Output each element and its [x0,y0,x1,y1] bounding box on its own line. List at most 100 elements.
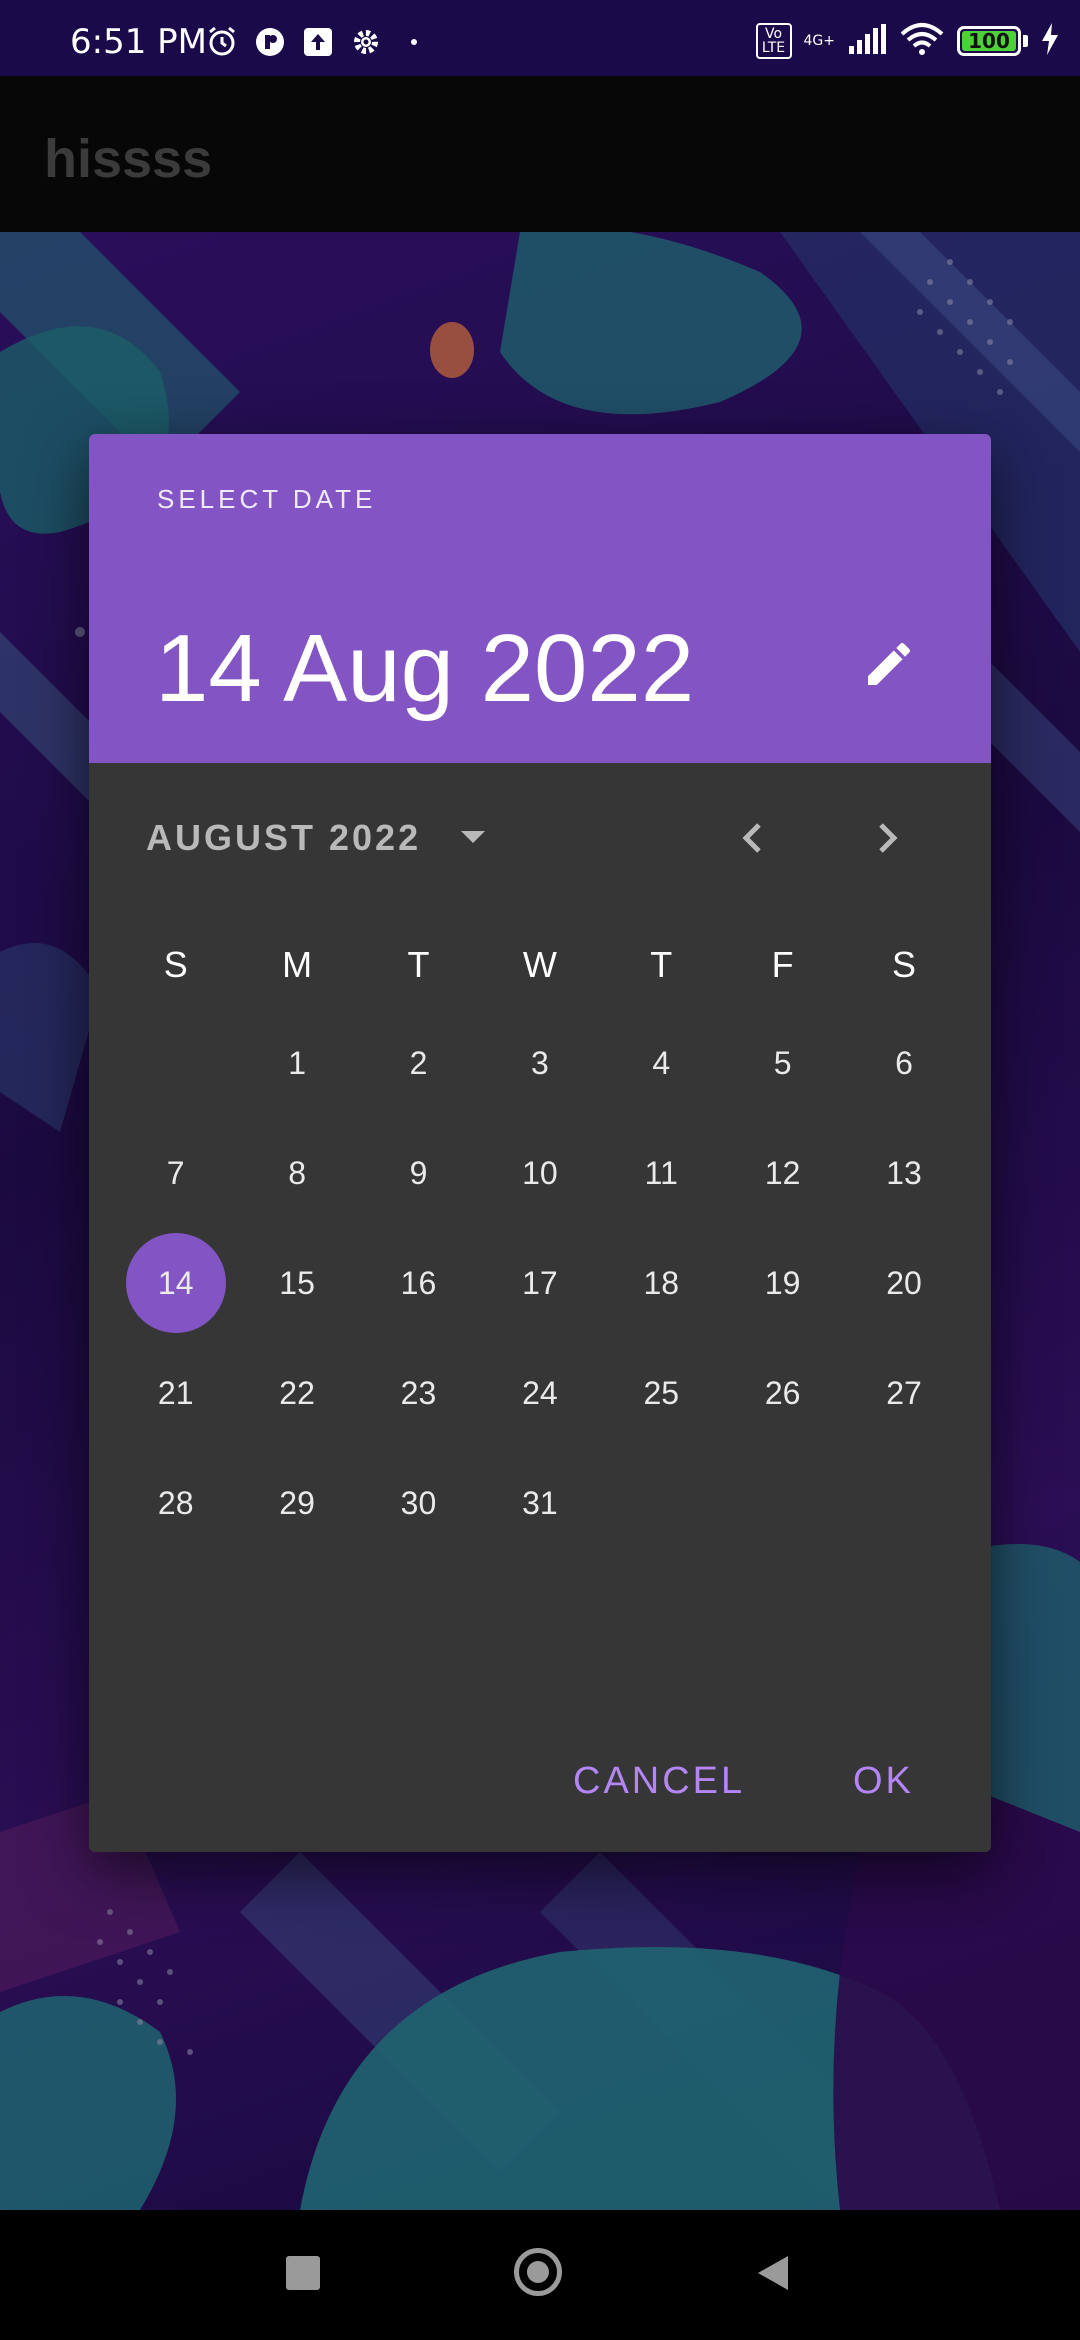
calendar-day[interactable]: 24 [479,1338,600,1448]
calendar-day[interactable]: 3 [479,1008,600,1118]
weekday-label: S [892,944,917,985]
month-year-selector[interactable]: AUGUST 2022 [146,817,421,859]
day-number: 4 [652,1044,671,1081]
day-number: 18 [643,1264,680,1301]
day-number: 23 [400,1374,437,1411]
battery-tip [1023,35,1028,47]
day-number: 7 [166,1154,185,1191]
signal-icon [847,24,887,58]
status-right: Vo LTE 4G+ 100 [755,22,1061,60]
pencil-icon [868,642,911,685]
day-number: 29 [279,1484,315,1521]
calendar-day[interactable]: 9 [358,1118,479,1228]
back-triangle-icon [758,2256,788,2290]
battery-icon: 100 [957,26,1021,56]
day-number: 26 [764,1374,801,1411]
day-number: 13 [886,1154,922,1191]
calendar-day[interactable]: 31 [479,1448,600,1558]
chevron-left-icon [742,823,761,853]
day-number: 24 [522,1374,558,1411]
month-navigation: AUGUST 2022 [89,763,991,913]
upload-icon [302,26,334,58]
recent-apps-button[interactable] [286,2256,320,2290]
app-bar: hissss [0,76,1080,232]
app-title: hissss [44,129,213,189]
calendar-day[interactable]: 16 [358,1228,479,1338]
more-notifications-dot-icon [398,26,430,58]
weekday-label: F [771,944,794,985]
weekday-label: M [282,944,313,985]
calendar-day[interactable]: 2 [358,1008,479,1118]
dialog-actions: CANCEL OK [89,1760,991,1840]
calendar-day[interactable]: 27 [843,1338,964,1448]
calendar-day[interactable]: 8 [236,1118,357,1228]
calendar-day[interactable]: 18 [601,1228,722,1338]
calendar-days-grid: 1 2 3 4 5 6 7 8 9 10 11 12 13 14 15 16 17 18 19 20 21 22 23 24 2… [115,1008,965,1558]
home-icon [527,2261,549,2283]
network-type: 4G+ [803,33,836,49]
calendar-day[interactable]: 17 [479,1228,600,1338]
calendar-day[interactable]: 13 [843,1118,964,1228]
calendar-day[interactable]: 1 [236,1008,357,1118]
select-date-label: SELECT DATE [157,484,377,514]
day-number: 9 [409,1154,428,1191]
day-number: 6 [895,1044,913,1081]
calendar-day[interactable]: 5 [722,1008,843,1118]
calendar-day-selected[interactable]: 14 [115,1228,236,1338]
day-number: 1 [288,1044,306,1081]
weekday-header: S M T W T F S [115,944,965,986]
day-number: 14 [157,1264,194,1301]
edit-date-button[interactable] [849,624,929,704]
calendar-day[interactable]: 6 [843,1008,964,1118]
calendar-day[interactable]: 12 [722,1118,843,1228]
calendar-day[interactable]: 28 [115,1448,236,1558]
day-number: 10 [522,1154,558,1191]
calendar-day[interactable]: 21 [115,1338,236,1448]
day-number: 5 [773,1044,792,1081]
charging-icon [1040,23,1060,59]
calendar-day[interactable]: 25 [601,1338,722,1448]
home-button[interactable] [514,2248,562,2296]
previous-month-button[interactable] [719,803,789,873]
day-number: 22 [279,1374,315,1411]
status-icons-left [206,26,430,58]
calendar-day[interactable]: 26 [722,1338,843,1448]
day-number: 31 [522,1484,558,1521]
calendar-day[interactable]: 4 [601,1008,722,1118]
next-month-button[interactable] [851,803,921,873]
weekday-label: S [163,944,188,985]
day-number: 11 [644,1154,678,1191]
ok-button[interactable]: OK [853,1760,914,1803]
weekday-label: T [407,944,430,985]
day-number: 8 [288,1154,306,1191]
day-number: 19 [764,1264,801,1301]
day-number: 17 [522,1264,558,1301]
app-notification-icon [254,26,286,58]
alarm-icon [206,26,238,58]
wifi-icon [899,22,945,60]
selected-date-display: 14 Aug 2022 [155,615,695,722]
calendar-day[interactable]: 22 [236,1338,357,1448]
calendar-day[interactable]: 29 [236,1448,357,1558]
system-navigation-bar [0,2210,1080,2340]
chevron-right-icon [879,823,898,853]
cancel-button[interactable]: CANCEL [573,1760,745,1803]
day-number: 21 [157,1374,194,1411]
calendar-day[interactable]: 7 [115,1118,236,1228]
dialog-header: SELECT DATE 14 Aug 2022 [89,434,991,763]
weekday-label: T [650,944,673,985]
day-number: 20 [886,1264,922,1301]
day-number: 25 [643,1374,680,1411]
day-number: 28 [157,1484,194,1521]
calendar-day[interactable]: 15 [236,1228,357,1338]
calendar-day[interactable]: 30 [358,1448,479,1558]
back-button[interactable] [754,2254,790,2292]
calendar-day[interactable]: 23 [358,1338,479,1448]
calendar-day[interactable]: 11 [601,1118,722,1228]
calendar-day[interactable]: 19 [722,1228,843,1338]
calendar-day[interactable]: 20 [843,1228,964,1338]
calendar-day[interactable]: 10 [479,1118,600,1228]
day-number: 15 [279,1264,315,1301]
day-number: 27 [886,1374,922,1411]
dropdown-arrow-icon[interactable] [453,823,493,853]
